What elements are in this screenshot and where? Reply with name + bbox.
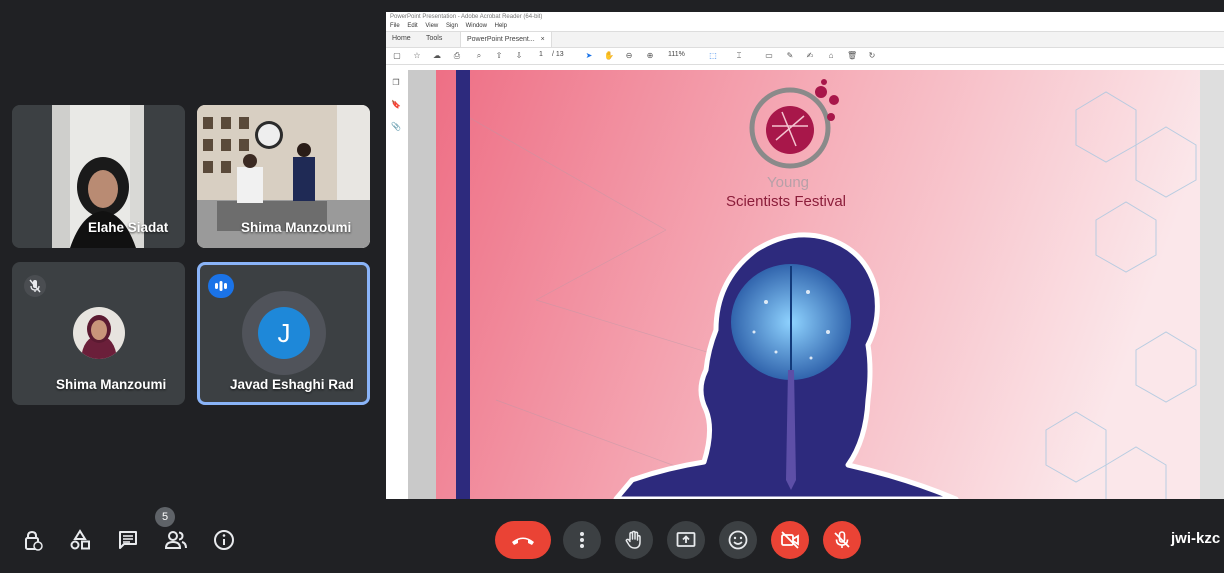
star-icon[interactable]: ☆ (412, 51, 422, 61)
zoom-level[interactable]: 111% (668, 51, 685, 58)
hand-icon (625, 530, 641, 549)
select-cursor-icon[interactable]: ➤ (584, 51, 594, 61)
text-select-icon[interactable]: ⌶ (734, 51, 744, 61)
refresh-icon[interactable]: ↻ (867, 51, 877, 61)
participant-name: Shima Manzoumi (241, 220, 352, 235)
more-vert-icon (580, 532, 584, 548)
pages-icon[interactable]: ❐ (391, 78, 401, 88)
chat-icon[interactable] (117, 529, 139, 551)
page-icon[interactable]: ▢ (392, 51, 402, 61)
print-icon[interactable]: ⎙ (452, 51, 462, 61)
reader-side-panel: ❐ 🔖 📎 (386, 70, 409, 499)
trash-icon[interactable]: 🗑 (847, 51, 857, 61)
participant-tile-shima-manzoumi[interactable]: Shima Manzoumi (12, 262, 185, 405)
speaking-indicator-icon (208, 274, 234, 298)
tab-tools[interactable]: Tools (426, 35, 442, 42)
menu-item[interactable]: Sign (446, 23, 458, 29)
meeting-code: jwi-kzc (1171, 530, 1221, 547)
participant-name: Shima Manzoumi (56, 377, 167, 392)
people-icon[interactable] (164, 529, 187, 551)
upload-icon[interactable]: ☁ (432, 51, 442, 61)
participant-name: Javad Eshaghi Rad (230, 377, 354, 392)
emoji-icon (728, 530, 748, 550)
participant-tile-shima-manzoumi-video[interactable]: Shima Manzoumi (197, 105, 370, 248)
mic-off-icon (834, 531, 850, 548)
presentation-screen: PowerPoint Presentation - Adobe Acrobat … (386, 12, 1224, 499)
present-now-button[interactable] (667, 521, 705, 559)
page-gutter (408, 70, 436, 499)
avatar: J (258, 307, 310, 359)
zoom-search-icon[interactable]: ⌕ (474, 51, 484, 61)
fit-page-icon[interactable]: ⬚ (708, 51, 718, 61)
raise-hand-button[interactable] (615, 521, 653, 559)
page-down-icon[interactable]: ⇩ (514, 51, 524, 61)
camera-off-icon (781, 531, 799, 549)
reader-scrollbar[interactable] (1200, 70, 1224, 499)
tab-document[interactable]: PowerPoint Present... × (460, 32, 552, 47)
slide-subtitle-young: Young (767, 174, 809, 191)
bookmark-icon[interactable]: 🔖 (391, 100, 401, 110)
page-number[interactable]: 1 (539, 51, 543, 58)
participant-name: Elahe Siadat (88, 220, 169, 235)
window-title: PowerPoint Presentation - Adobe Acrobat … (386, 12, 1224, 22)
participant-tile-javad-eshaghi-rad[interactable]: J Javad Eshaghi Rad (197, 262, 370, 405)
hand-tool-icon[interactable]: ✋ (604, 51, 614, 61)
mic-off-icon (24, 275, 46, 297)
comment-icon[interactable]: ▭ (764, 51, 774, 61)
pen-icon[interactable]: ✎ (785, 51, 795, 61)
reader-toolbar: ▢ ☆ ☁ ⎙ ⌕ ⇧ ⇩ 1 / 13 ➤ ✋ ⊖ ⊕ 111% ⬚ ⌶ ▭ … (386, 48, 1224, 65)
host-controls-lock-icon[interactable] (22, 529, 44, 551)
zoom-in-icon[interactable]: ⊕ (645, 51, 655, 61)
avatar (73, 307, 125, 359)
attachment-icon[interactable]: 📎 (391, 122, 401, 132)
people-count-badge: 5 (155, 507, 175, 527)
menu-bar: File Edit View Sign Window Help (386, 22, 1224, 31)
menu-item[interactable]: View (425, 23, 438, 29)
slide-title: Scientists Festival (726, 193, 846, 210)
slide-canvas: Young Scientists Festival (436, 70, 1200, 499)
microphone-toggle-button[interactable] (823, 521, 861, 559)
end-call-icon (512, 537, 534, 545)
reactions-button[interactable] (719, 521, 757, 559)
activities-shapes-icon[interactable] (69, 529, 91, 551)
meeting-info-icon[interactable] (213, 529, 235, 551)
page-up-icon[interactable]: ⇧ (494, 51, 504, 61)
leave-call-button[interactable] (495, 521, 551, 559)
menu-item[interactable]: Edit (407, 23, 417, 29)
zoom-out-icon[interactable]: ⊖ (624, 51, 634, 61)
more-options-button[interactable] (563, 521, 601, 559)
camera-toggle-button[interactable] (771, 521, 809, 559)
close-tab-icon[interactable]: × (541, 36, 545, 43)
tab-bar: Home Tools PowerPoint Present... × (386, 31, 1224, 48)
tab-home[interactable]: Home (392, 35, 411, 42)
menu-item[interactable]: File (390, 23, 400, 29)
present-screen-icon (676, 532, 696, 547)
sign-icon[interactable]: ✍ (805, 51, 815, 61)
tag-icon[interactable]: ⌂ (826, 51, 836, 61)
participant-tile-elahe-siadat[interactable]: Elahe Siadat (12, 105, 185, 248)
menu-item[interactable]: Window (466, 23, 487, 29)
page-total: / 13 (552, 51, 564, 58)
menu-item[interactable]: Help (495, 23, 507, 29)
